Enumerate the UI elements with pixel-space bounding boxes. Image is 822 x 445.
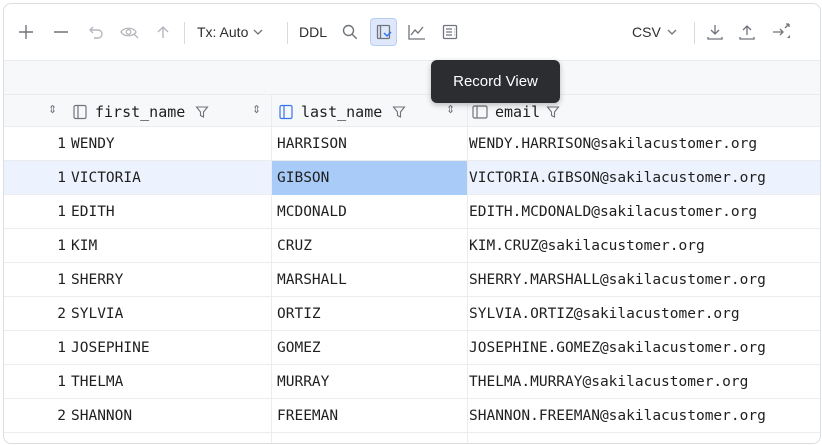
submit-icon[interactable] [151,18,175,46]
ddl-label: DDL [298,24,327,40]
table-row[interactable]: 1 WENDY HARRISON WENDY.HARRISON@sakilacusto… [4,127,820,161]
text-view-icon[interactable] [438,18,462,46]
toolbar-separator [694,22,695,44]
column-header-first-name[interactable]: first_name [71,95,209,128]
download-icon[interactable] [703,18,727,46]
table-row[interactable]: 1 EDITH MCDONALD EDITH.MCDONALD@sakilacusto… [4,195,820,229]
first-name-cell[interactable]: THELMA [71,365,269,399]
chart-icon[interactable] [405,18,429,46]
row-count-cell[interactable]: 1 [4,229,66,263]
table-row[interactable]: 1 THELMA MURRAY THELMA.MURRAY@sakilacustome… [4,365,820,399]
first-name-cell[interactable]: VICTORIA [71,161,269,195]
record-view-tooltip: Record View [431,60,560,103]
export-format-dropdown[interactable]: CSV [632,18,686,46]
add-row-icon[interactable] [14,18,38,46]
email-cell[interactable]: SHERRY.MARSHALL@sakilacustomer.org [469,263,819,297]
last-name-cell[interactable]: CRUZ [272,229,467,263]
filter-bar[interactable] [4,60,820,95]
first-name-cell[interactable]: JOSEPHINE [71,331,269,365]
first-name-cell[interactable]: SYLVIA [71,297,269,331]
last-name-cell[interactable]: GOMEZ [272,331,467,365]
tx-dropdown-icon [253,29,263,35]
last-name-cell[interactable]: GIBSON [272,161,467,195]
column-divider [467,94,468,443]
export-format-label: CSV [632,24,661,40]
email-cell[interactable]: KIM.CRUZ@sakilacustomer.org [469,229,819,263]
row-count-cell[interactable]: 1 [4,161,66,195]
column-name: email [495,102,541,121]
search-icon[interactable] [338,18,362,46]
last-name-cell[interactable]: MARSHALL [272,263,467,297]
grid-header: ⇕ first_name ⇕ last_name ⇕ email [4,94,820,127]
email-cell[interactable]: SYLVIA.ORTIZ@sakilacustomer.org [469,297,819,331]
email-cell[interactable]: SHANNON.FREEMAN@sakilacustomer.org [469,399,819,433]
first-name-cell[interactable]: SHERRY [71,263,269,297]
row-count-cell[interactable]: 1 [4,127,66,161]
revert-icon[interactable] [84,18,108,46]
first-name-cell[interactable]: SHANNON [71,399,269,433]
email-cell[interactable]: JOSEPHINE.GOMEZ@sakilacustomer.org [469,331,819,365]
filter-icon[interactable] [546,105,560,119]
last-name-cell[interactable]: FREEMAN [272,399,467,433]
ddl-button[interactable]: DDL [296,18,330,46]
row-count-cell[interactable]: 2 [4,297,66,331]
table-row[interactable]: 1 JOSEPHINE GOMEZ JOSEPHINE.GOMEZ@sakilacus… [4,331,820,365]
upload-icon[interactable] [735,18,759,46]
csv-dropdown-icon [667,29,677,35]
table-row[interactable]: 1 VICTORIA GIBSON VICTORIA.GIBSON@sakilacus… [4,161,820,195]
tx-mode-dropdown[interactable]: Tx: Auto [197,18,277,46]
filter-icon[interactable] [392,105,406,119]
email-cell[interactable]: VICTORIA.GIBSON@sakilacustomer.org [469,161,819,195]
table-row[interactable]: 1 SHERRY MARSHALL SHERRY.MARSHALL@sakilacus… [4,263,820,297]
last-name-cell[interactable]: HARRISON [272,127,467,161]
sort-icon[interactable]: ⇕ [446,103,455,116]
row-count-cell[interactable]: 1 [4,195,66,229]
column-icon [279,104,293,119]
data-editor-window: Tx: Auto DDL CSV ⇕ first_name ⇕ last_nam… [3,3,821,444]
column-icon [73,104,87,119]
row-count-cell[interactable]: 1 [4,263,66,297]
toolbar: Tx: Auto DDL CSV [4,4,820,60]
column-name: first_name [95,102,186,121]
toolbar-separator [184,22,185,44]
column-icon [472,104,488,119]
last-name-cell[interactable]: MCDONALD [272,195,467,229]
first-name-cell[interactable]: KIM [71,229,269,263]
first-name-cell[interactable]: WENDY [71,127,269,161]
email-cell[interactable]: THELMA.MURRAY@sakilacustomer.org [469,365,819,399]
toolbar-separator [287,22,288,44]
email-cell[interactable]: EDITH.MCDONALD@sakilacustomer.org [469,195,819,229]
column-divider [271,94,272,443]
preview-icon[interactable] [117,18,143,46]
email-cell[interactable]: WENDY.HARRISON@sakilacustomer.org [469,127,819,161]
tx-mode-label: Tx: Auto [197,24,249,40]
row-count-cell[interactable]: 1 [4,365,66,399]
record-view-icon[interactable] [370,18,397,46]
sort-icon[interactable]: ⇕ [252,103,261,116]
first-name-cell[interactable]: EDITH [71,195,269,229]
compare-icon[interactable] [767,18,795,46]
column-name: last_name [301,102,383,121]
filter-icon[interactable] [195,105,209,119]
table-row[interactable]: 2 SHANNON FREEMAN SHANNON.FREEMAN@sakilacus… [4,399,820,433]
sort-icon[interactable]: ⇕ [48,103,57,116]
row-count-cell[interactable]: 1 [4,331,66,365]
column-header-last-name[interactable]: last_name [277,95,406,128]
last-name-cell[interactable]: ORTIZ [272,297,467,331]
table-row[interactable]: 1 KIM CRUZ KIM.CRUZ@sakilacustomer.org [4,229,820,263]
table-row[interactable]: 2 SYLVIA ORTIZ SYLVIA.ORTIZ@sakilacustomer.… [4,297,820,331]
row-count-cell[interactable]: 2 [4,399,66,433]
last-name-cell[interactable]: MURRAY [272,365,467,399]
delete-row-icon[interactable] [49,18,73,46]
